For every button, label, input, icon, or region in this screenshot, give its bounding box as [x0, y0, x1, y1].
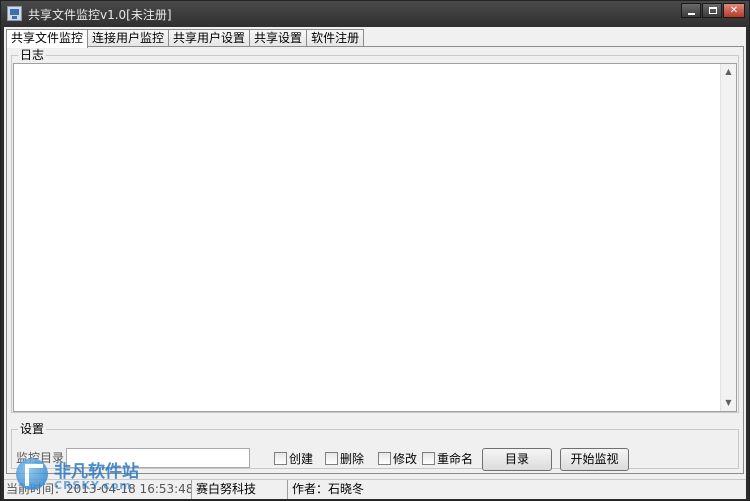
close-button[interactable]: ✕ [723, 3, 745, 18]
tab-panel: 日志 ▲ ▼ 设置 监控目录 创建 删除 修改 重命名 目录 开始监视 [6, 46, 744, 474]
client-area: 共享文件监控 连接用户监控 共享用户设置 共享设置 软件注册 日志 ▲ ▼ 设置… [4, 27, 746, 499]
minimize-button[interactable] [681, 3, 701, 18]
create-checkbox-box[interactable] [274, 452, 287, 465]
rename-checkbox-label: 重命名 [437, 452, 474, 466]
maximize-button[interactable] [702, 3, 722, 18]
watermark: 非凡软件站 CRSKY.com [6, 456, 156, 500]
log-textarea[interactable]: ▲ ▼ [13, 63, 737, 412]
status-company: 赛白努科技 [194, 480, 288, 499]
create-checkbox-label: 创建 [289, 452, 314, 466]
modify-checkbox[interactable]: 修改 [378, 450, 417, 467]
log-group-label: 日志 [18, 48, 47, 62]
log-scrollbar[interactable]: ▲ ▼ [720, 64, 736, 411]
rename-checkbox[interactable]: 重命名 [422, 450, 473, 467]
scroll-down-icon[interactable]: ▼ [721, 395, 736, 411]
log-group: 日志 ▲ ▼ [11, 48, 739, 413]
window-controls: ✕ [680, 3, 745, 18]
settings-group-label: 设置 [18, 422, 47, 436]
delete-checkbox[interactable]: 删除 [325, 450, 364, 467]
app-window: 共享文件监控v1.0[未注册] ✕ 共享文件监控 连接用户监控 共享用户设置 共… [0, 0, 750, 501]
modify-checkbox-label: 修改 [393, 452, 418, 466]
modify-checkbox-box[interactable] [378, 452, 391, 465]
tab-connected-user-monitor[interactable]: 连接用户监控 [87, 29, 170, 47]
watermark-logo-icon [16, 458, 48, 490]
status-author: 作者：石晓冬 [292, 482, 365, 496]
create-checkbox[interactable]: 创建 [274, 450, 313, 467]
close-icon: ✕ [729, 5, 739, 16]
directory-button[interactable]: 目录 [482, 448, 552, 471]
window-title: 共享文件监控v1.0[未注册] [28, 8, 172, 22]
monitor-icon [7, 6, 22, 21]
title-bar[interactable]: 共享文件监控v1.0[未注册] ✕ [1, 1, 749, 27]
tab-software-registration[interactable]: 软件注册 [306, 29, 365, 47]
tab-shared-file-monitor[interactable]: 共享文件监控 [6, 29, 89, 48]
start-monitor-button[interactable]: 开始监视 [560, 448, 629, 471]
tab-shared-user-settings[interactable]: 共享用户设置 [168, 29, 251, 47]
delete-checkbox-box[interactable] [325, 452, 338, 465]
maximize-icon [709, 7, 717, 14]
watermark-site: CRSKY.com [54, 479, 132, 492]
scroll-up-icon[interactable]: ▲ [721, 64, 736, 80]
tab-share-settings[interactable]: 共享设置 [249, 29, 308, 47]
delete-checkbox-label: 删除 [340, 452, 365, 466]
tab-strip: 共享文件监控 连接用户监控 共享用户设置 共享设置 软件注册 [6, 29, 365, 48]
rename-checkbox-box[interactable] [422, 452, 435, 465]
minimize-icon [688, 13, 695, 15]
